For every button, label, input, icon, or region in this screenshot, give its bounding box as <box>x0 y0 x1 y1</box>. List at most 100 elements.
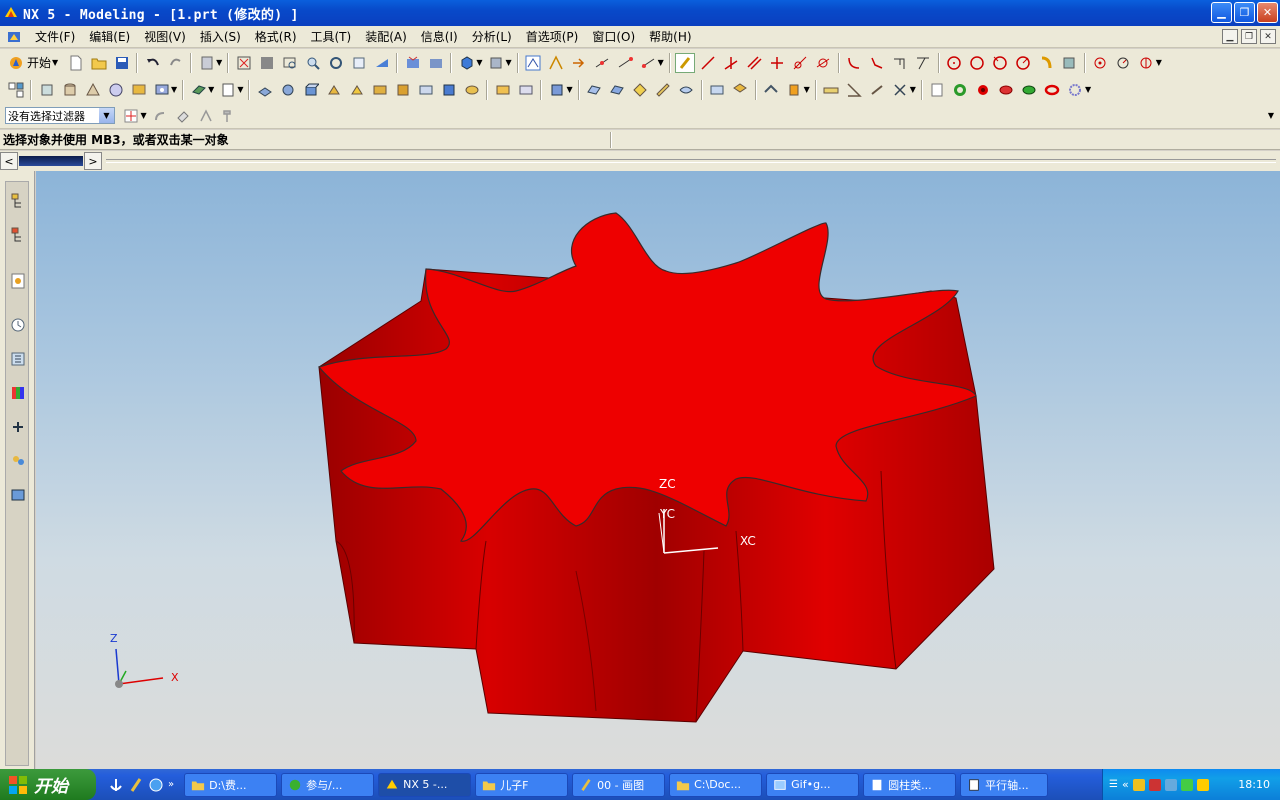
chevron-down-icon[interactable]: ▼ <box>216 58 222 67</box>
palette-icon[interactable] <box>7 380 29 406</box>
zoom-window-icon[interactable] <box>280 53 300 73</box>
boolean-icon[interactable] <box>129 80 149 100</box>
doc-restore-button[interactable]: ❐ <box>1241 29 1257 44</box>
roles-icon[interactable] <box>7 448 29 474</box>
fit-all-icon[interactable] <box>403 53 423 73</box>
fillet-icon[interactable] <box>844 53 864 73</box>
menu-file[interactable]: 文件(F) <box>28 28 82 45</box>
chamfer-icon[interactable] <box>867 53 887 73</box>
tray-expand-icon[interactable]: « <box>1122 778 1129 791</box>
datum-point-icon[interactable] <box>1136 53 1156 73</box>
point-icon[interactable] <box>1090 53 1110 73</box>
fit-view-icon[interactable] <box>234 53 254 73</box>
surface-icon[interactable] <box>584 80 604 100</box>
document-control-icon[interactable] <box>6 29 22 45</box>
chevron-down-icon[interactable]: ▼ <box>476 58 482 67</box>
toolbar-overflow-icon[interactable]: ▼ <box>1268 111 1274 120</box>
task-button[interactable]: D:\费... <box>184 772 278 797</box>
menu-format[interactable]: 格式(R) <box>248 28 304 45</box>
circle-icon[interactable] <box>944 53 964 73</box>
slot-icon[interactable] <box>370 80 390 100</box>
orient-view-icon[interactable] <box>486 53 506 73</box>
chevron-down-icon[interactable]: ▼ <box>171 85 177 94</box>
render-style-icon[interactable] <box>457 53 477 73</box>
chevron-down-icon[interactable]: ▼ <box>505 58 511 67</box>
menu-view[interactable]: 视图(V) <box>137 28 193 45</box>
patch-icon[interactable] <box>730 80 750 100</box>
measure-angle-icon[interactable] <box>844 80 864 100</box>
ime-icon[interactable] <box>1196 778 1209 791</box>
chevron-down-icon[interactable]: ▼ <box>237 85 243 94</box>
close-button[interactable]: ✕ <box>1257 2 1278 23</box>
move-object-icon[interactable] <box>761 80 781 100</box>
snap-point-icon[interactable] <box>546 53 566 73</box>
gear-model[interactable] <box>36 171 1280 769</box>
cone-icon[interactable] <box>83 80 103 100</box>
through-curves-icon[interactable] <box>607 80 627 100</box>
menu-analysis[interactable]: 分析(L) <box>465 28 519 45</box>
layout-icon[interactable] <box>6 80 26 100</box>
menu-preferences[interactable]: 首选项(P) <box>519 28 586 45</box>
maximize-button[interactable]: ❐ <box>1234 2 1255 23</box>
chevron-down-icon[interactable]: ▼ <box>658 58 664 67</box>
chevron-down-icon[interactable]: ▼ <box>141 111 147 120</box>
spring-icon[interactable] <box>996 80 1016 100</box>
rotate-icon[interactable] <box>326 53 346 73</box>
history-icon[interactable] <box>7 312 29 338</box>
constraint-navigator-icon[interactable] <box>7 222 29 248</box>
sphere-icon[interactable] <box>106 80 126 100</box>
save-icon[interactable] <box>112 53 132 73</box>
scroll-right-button[interactable]: > <box>84 152 102 170</box>
menu-tools[interactable]: 工具(T) <box>304 28 359 45</box>
scroll-left-button[interactable]: < <box>0 152 18 170</box>
zoom-icon[interactable] <box>303 53 323 73</box>
pencil-sketch-icon[interactable] <box>675 52 696 73</box>
measure-body-icon[interactable] <box>867 80 887 100</box>
task-button[interactable]: 参与/... <box>281 772 375 797</box>
swept-icon[interactable] <box>630 80 650 100</box>
instance-icon[interactable] <box>493 80 513 100</box>
system-visualization-icon[interactable] <box>7 482 29 508</box>
task-button-active[interactable]: NX 5 -... <box>378 772 472 797</box>
analysis-icon[interactable] <box>890 80 910 100</box>
chevron-down-icon[interactable]: ▼ <box>99 108 114 123</box>
title-bar[interactable]: NX 5 - Modeling - [1.prt (修改的) ] ▁ ❐ ✕ <box>0 0 1280 26</box>
bearing-icon[interactable] <box>1019 80 1039 100</box>
minimize-button[interactable]: ▁ <box>1211 2 1232 23</box>
extrude-feature-icon[interactable] <box>255 80 275 100</box>
revolve-icon[interactable] <box>278 80 298 100</box>
graphics-window[interactable]: ZC YC XC Z X <box>36 171 1280 769</box>
doc-minimize-button[interactable]: ▁ <box>1222 29 1238 44</box>
cylinder-icon[interactable] <box>60 80 80 100</box>
hole-icon[interactable] <box>152 80 172 100</box>
type-filter-dropdown[interactable]: 没有选择过滤器 ▼ <box>5 107 115 124</box>
chevron-down-icon[interactable]: ▼ <box>1085 85 1091 94</box>
scroll-thumb[interactable] <box>19 156 83 166</box>
circle-edit-icon[interactable] <box>1013 53 1033 73</box>
midpoint-icon[interactable] <box>592 53 612 73</box>
arrow-point-icon[interactable] <box>569 53 589 73</box>
ruled-icon[interactable] <box>653 80 673 100</box>
circle-tangent-icon[interactable] <box>990 53 1010 73</box>
redo-icon[interactable] <box>166 53 186 73</box>
mirror-icon[interactable] <box>516 80 536 100</box>
paint-brush-icon[interactable] <box>128 777 144 793</box>
transform-icon[interactable] <box>784 80 804 100</box>
menu-insert[interactable]: 插入(S) <box>193 28 248 45</box>
task-button[interactable]: 00 - 画图 <box>572 772 666 797</box>
task-button[interactable]: Gif•g... <box>766 772 860 797</box>
datum-plane-icon[interactable] <box>189 80 209 100</box>
clipboard-icon[interactable] <box>197 53 217 73</box>
open-icon[interactable] <box>89 53 109 73</box>
signal-icon[interactable] <box>1180 778 1193 791</box>
settings-icon[interactable] <box>1065 80 1085 100</box>
shaded-icon[interactable] <box>257 53 277 73</box>
chevron-down-icon[interactable]: ▼ <box>208 85 214 94</box>
chevron-down-icon[interactable]: ▼ <box>1156 58 1162 67</box>
chevron-down-icon[interactable]: ▼ <box>910 85 916 94</box>
pan-icon[interactable] <box>349 53 369 73</box>
menu-help[interactable]: 帮助(H) <box>642 28 698 45</box>
menu-assemblies[interactable]: 装配(A) <box>358 28 414 45</box>
endpoint-icon[interactable] <box>615 53 635 73</box>
trim-body-icon[interactable] <box>547 80 567 100</box>
